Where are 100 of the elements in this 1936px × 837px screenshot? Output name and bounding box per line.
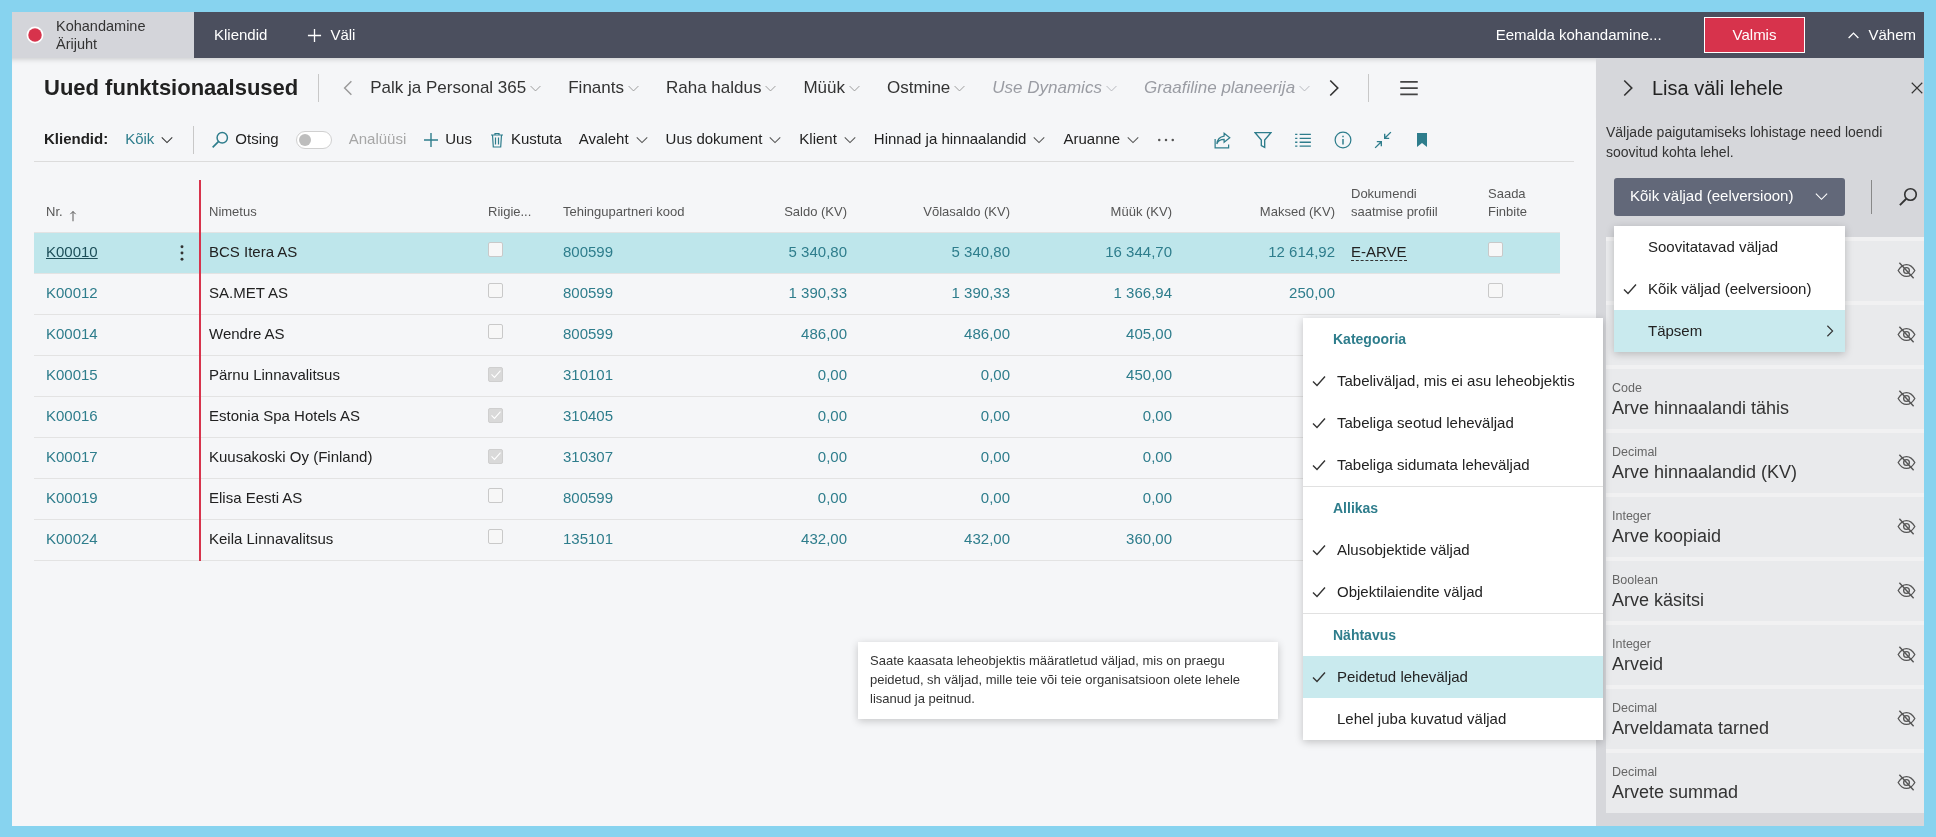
checkbox[interactable] [488, 529, 503, 545]
eye-slash-icon[interactable] [1897, 645, 1916, 665]
menu-item[interactable]: Lehel juba kuvatud väljad [1303, 698, 1603, 740]
nav-menu-button[interactable]: Finants [555, 75, 653, 101]
customer-number-link[interactable]: K00015 [46, 364, 98, 387]
customer-number-link[interactable]: K00017 [46, 446, 98, 469]
table-cell[interactable]: E-ARVE [1351, 243, 1407, 262]
amount-link[interactable]: 5 340,80 [951, 243, 1010, 261]
amount-link[interactable]: 0,00 [817, 448, 847, 466]
collapse-button[interactable]: Vähem [1827, 12, 1924, 58]
action-menu-button[interactable]: Klient [799, 128, 857, 151]
eye-slash-icon[interactable] [1897, 261, 1916, 281]
column-header[interactable]: Nr. [46, 203, 63, 222]
amount-link[interactable]: 0,00 [980, 366, 1010, 384]
menu-item[interactable]: Tabeliga seotud leheväljad [1303, 402, 1603, 444]
filter-dropdown[interactable]: Kõik [125, 128, 175, 151]
eye-slash-icon[interactable] [1897, 773, 1916, 793]
amount-link[interactable]: 0,00 [980, 448, 1010, 466]
menu-icon[interactable] [1399, 78, 1420, 98]
customer-number-link[interactable]: K00016 [46, 405, 98, 428]
amount-link[interactable]: 0,00 [1142, 407, 1172, 425]
amount-link[interactable]: 0,00 [1142, 489, 1172, 507]
amount-link[interactable]: 0,00 [817, 366, 847, 384]
amount-link[interactable]: 0,00 [980, 407, 1010, 425]
menu-item[interactable]: Täpsem [1614, 310, 1845, 352]
amount-link[interactable]: 1 390,33 [951, 284, 1010, 302]
column-header[interactable]: Dokumendi saatmise profiil [1351, 185, 1472, 222]
column-header[interactable]: Tehingupartneri kood [563, 203, 692, 222]
eye-slash-icon[interactable] [1897, 389, 1916, 409]
filter-icon[interactable] [1254, 130, 1273, 149]
checkbox[interactable] [488, 407, 503, 423]
checkbox[interactable] [1488, 283, 1503, 299]
new-button[interactable]: Uus [423, 128, 472, 151]
menu-item[interactable]: Peidetud leheväljad [1303, 656, 1603, 698]
column-header[interactable]: Müük (KV) [1026, 203, 1172, 222]
customer-number-link[interactable]: K00012 [46, 282, 98, 305]
row-selector-cell[interactable]: K00012 [34, 273, 200, 314]
menu-item[interactable]: Kõik väljad (eelversioon) [1614, 268, 1845, 310]
column-header[interactable]: Riigie... [488, 203, 547, 222]
checkbox[interactable] [488, 488, 503, 504]
row-selector-cell[interactable]: K00024 [34, 519, 200, 560]
field-card[interactable]: Decimal Arveldamata tarned [1606, 688, 1924, 749]
search-icon[interactable] [1898, 186, 1918, 207]
action-menu-button[interactable]: Uus dokument [665, 128, 783, 151]
amount-link[interactable]: 16 344,70 [1105, 243, 1172, 261]
checkbox[interactable] [488, 242, 503, 258]
nav-menu-button[interactable]: Palk ja Personal 365 [357, 75, 556, 101]
field-card[interactable]: Decimal Arve hinnaalandid (KV) [1606, 432, 1924, 493]
amount-link[interactable]: 405,00 [1126, 325, 1172, 343]
field-filter-dropdown[interactable]: Kõik väljad (eelversioon) [1614, 177, 1845, 216]
row-selector-cell[interactable]: K00019 [34, 478, 200, 519]
customer-number-link[interactable]: K00010 [46, 241, 98, 264]
menu-item[interactable]: Objektilaiendite väljad [1303, 571, 1603, 613]
menu-item[interactable]: Alusobjektide väljad [1303, 529, 1603, 571]
checkbox[interactable] [488, 448, 503, 464]
customer-number-link[interactable]: K00024 [46, 528, 98, 551]
amount-link[interactable]: 1 390,33 [788, 284, 847, 302]
field-card[interactable]: Boolean Arve käsitsi [1606, 560, 1924, 621]
checkbox[interactable] [488, 324, 503, 340]
row-selector-cell[interactable]: K00015 [34, 355, 200, 396]
field-card[interactable]: Decimal Arvete summad [1606, 752, 1924, 813]
checkbox[interactable] [488, 283, 503, 299]
amount-link[interactable]: 450,00 [1126, 366, 1172, 384]
amount-link[interactable]: 486,00 [964, 325, 1010, 343]
nav-menu-button[interactable]: Raha haldus [652, 75, 791, 101]
action-menu-button[interactable]: Hinnad ja hinnaalandid [873, 128, 1047, 151]
row-selector-cell[interactable]: K00016 [34, 396, 200, 437]
column-header[interactable]: Saldo (KV) [708, 203, 847, 222]
eye-slash-icon[interactable] [1897, 709, 1916, 729]
nav-menu-button[interactable]: Ostmine [874, 75, 980, 101]
row-selector-cell[interactable]: K00017 [34, 437, 200, 478]
row-selector-cell[interactable]: K00010 [34, 232, 200, 273]
action-menu-button[interactable]: Aruanne [1063, 128, 1141, 151]
customer-number-link[interactable]: K00014 [46, 323, 98, 346]
amount-link[interactable]: 486,00 [801, 325, 847, 343]
amount-link[interactable]: 0,00 [1142, 448, 1172, 466]
add-field-button[interactable]: Väli [287, 12, 376, 58]
info-icon[interactable] [1334, 130, 1353, 149]
amount-link[interactable]: 12 614,92 [1268, 243, 1335, 261]
field-card[interactable]: Code Arve hinnaalandi tähis [1606, 368, 1924, 429]
row-selector-cell[interactable]: K00014 [34, 314, 200, 355]
amount-link[interactable]: 432,00 [964, 530, 1010, 548]
done-button[interactable]: Valmis [1703, 17, 1806, 53]
collapse-arrows-icon[interactable] [1374, 130, 1393, 149]
eye-slash-icon[interactable] [1897, 517, 1916, 537]
amount-link[interactable]: 360,00 [1126, 530, 1172, 548]
eye-slash-icon[interactable] [1897, 453, 1916, 473]
search-button[interactable]: Otsing [211, 128, 279, 151]
amount-link[interactable]: 432,00 [801, 530, 847, 548]
share-icon[interactable] [1214, 130, 1233, 149]
menu-item[interactable]: Tabeliga sidumata leheväljad [1303, 444, 1603, 486]
customer-number-link[interactable]: K00019 [46, 487, 98, 510]
close-icon[interactable] [1910, 81, 1924, 95]
amount-link[interactable]: 0,00 [980, 489, 1010, 507]
column-header[interactable]: Saada Finbite [1488, 185, 1552, 222]
amount-link[interactable]: 0,00 [817, 489, 847, 507]
eye-slash-icon[interactable] [1897, 325, 1916, 345]
action-menu-button[interactable]: Avaleht [578, 128, 649, 151]
field-card[interactable]: Integer Arveid [1606, 624, 1924, 685]
amount-link[interactable]: 250,00 [1289, 284, 1335, 302]
